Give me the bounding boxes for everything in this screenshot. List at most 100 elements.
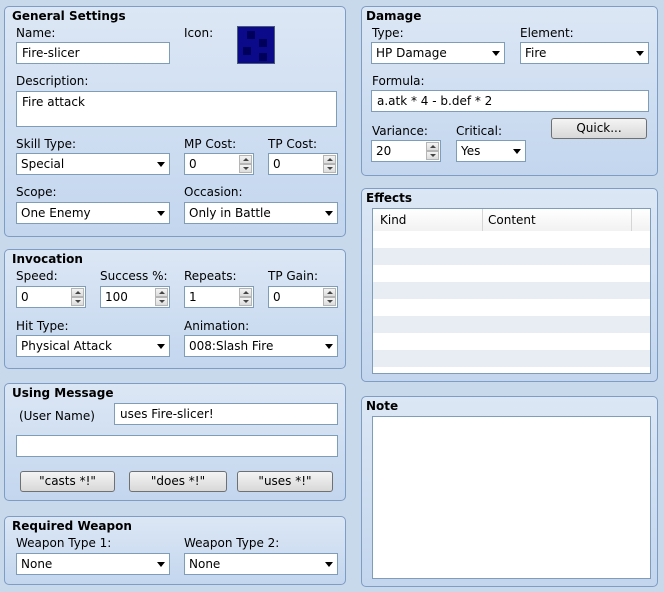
tp-cost-stepper[interactable]: 0 xyxy=(268,153,338,175)
required-weapon-panel: Required Weapon Weapon Type 1: None Weap… xyxy=(4,516,346,585)
column-content[interactable]: Content xyxy=(488,213,536,227)
tp-gain-value: 0 xyxy=(273,290,281,304)
scope-label: Scope: xyxy=(16,185,57,199)
success-value: 100 xyxy=(105,290,128,304)
spin-down-icon[interactable] xyxy=(426,151,439,160)
tp-cost-label: TP Cost: xyxy=(268,137,318,151)
chevron-down-icon xyxy=(157,162,165,167)
repeats-value: 1 xyxy=(189,290,197,304)
list-item[interactable] xyxy=(373,282,650,299)
spin-up-icon[interactable] xyxy=(239,155,252,164)
critical-label: Critical: xyxy=(456,124,503,138)
damage-type-label: Type: xyxy=(372,26,404,40)
spin-up-icon[interactable] xyxy=(239,288,252,297)
column-kind[interactable]: Kind xyxy=(380,213,406,227)
speed-value: 0 xyxy=(21,290,29,304)
spin-down-icon[interactable] xyxy=(239,164,252,173)
description-label: Description: xyxy=(16,74,89,88)
uses-button[interactable]: "uses *!" xyxy=(237,471,333,492)
spin-up-icon[interactable] xyxy=(71,288,84,297)
repeats-stepper[interactable]: 1 xyxy=(184,286,254,308)
chevron-down-icon xyxy=(157,562,165,567)
weapon-type1-value: None xyxy=(21,557,53,571)
list-item[interactable] xyxy=(373,350,650,367)
variance-label: Variance: xyxy=(372,124,428,138)
invocation-panel: Invocation Speed: 0 Success %: 100 Repea… xyxy=(4,249,346,369)
animation-label: Animation: xyxy=(184,319,250,333)
general-settings-title: General Settings xyxy=(12,9,126,23)
spin-up-icon[interactable] xyxy=(426,142,439,151)
list-item[interactable] xyxy=(373,299,650,316)
occasion-value: Only in Battle xyxy=(189,206,271,220)
hit-type-select[interactable]: Physical Attack xyxy=(16,335,170,357)
animation-value: 008:Slash Fire xyxy=(189,339,274,353)
does-button[interactable]: "does *!" xyxy=(129,471,227,492)
success-stepper[interactable]: 100 xyxy=(100,286,170,308)
weapon-type2-select[interactable]: None xyxy=(184,553,338,575)
repeats-label: Repeats: xyxy=(184,269,237,283)
occasion-select[interactable]: Only in Battle xyxy=(184,202,338,224)
formula-field[interactable]: a.atk * 4 - b.def * 2 xyxy=(371,90,649,112)
hit-type-label: Hit Type: xyxy=(16,319,69,333)
tp-cost-value: 0 xyxy=(273,157,281,171)
name-field[interactable]: Fire-slicer xyxy=(16,42,170,64)
skill-type-select[interactable]: Special xyxy=(16,153,170,175)
message-line2-field[interactable] xyxy=(16,435,338,457)
formula-label: Formula: xyxy=(372,74,425,88)
critical-select[interactable]: Yes xyxy=(456,140,526,162)
animation-select[interactable]: 008:Slash Fire xyxy=(184,335,338,357)
spin-up-icon[interactable] xyxy=(323,155,336,164)
mp-cost-value: 0 xyxy=(189,157,197,171)
using-message-title: Using Message xyxy=(12,386,114,400)
list-item[interactable] xyxy=(373,333,650,350)
damage-type-select[interactable]: HP Damage xyxy=(371,42,505,64)
weapon-type1-select[interactable]: None xyxy=(16,553,170,575)
list-item[interactable] xyxy=(373,265,650,282)
damage-title: Damage xyxy=(366,9,422,23)
effects-list-header: Kind Content xyxy=(373,209,650,232)
variance-stepper[interactable]: 20 xyxy=(371,140,441,162)
chevron-down-icon xyxy=(325,344,333,349)
description-field[interactable]: Fire attack xyxy=(16,91,337,127)
name-label: Name: xyxy=(16,26,56,40)
weapon-type1-label: Weapon Type 1: xyxy=(16,536,112,550)
chevron-down-icon xyxy=(636,51,644,56)
note-field[interactable] xyxy=(372,416,651,579)
mp-cost-stepper[interactable]: 0 xyxy=(184,153,254,175)
chevron-down-icon xyxy=(325,562,333,567)
critical-value: Yes xyxy=(461,144,481,158)
element-select[interactable]: Fire xyxy=(520,42,649,64)
tp-gain-label: TP Gain: xyxy=(268,269,319,283)
spin-down-icon[interactable] xyxy=(155,297,168,306)
quick-button[interactable]: Quick... xyxy=(551,118,647,139)
success-label: Success %: xyxy=(100,269,168,283)
skill-icon[interactable] xyxy=(237,26,275,64)
hit-type-value: Physical Attack xyxy=(21,339,112,353)
using-message-panel: Using Message (User Name) uses Fire-slic… xyxy=(4,383,346,501)
variance-value: 20 xyxy=(376,144,392,158)
spin-up-icon[interactable] xyxy=(323,288,336,297)
message-line1-field[interactable]: uses Fire-slicer! xyxy=(114,403,338,425)
element-label: Element: xyxy=(520,26,574,40)
scope-select[interactable]: One Enemy xyxy=(16,202,170,224)
element-value: Fire xyxy=(525,46,547,60)
list-item[interactable] xyxy=(373,316,650,333)
effects-list[interactable]: Kind Content xyxy=(372,208,651,374)
tp-gain-stepper[interactable]: 0 xyxy=(268,286,338,308)
scope-value: One Enemy xyxy=(21,206,91,220)
weapon-type2-label: Weapon Type 2: xyxy=(184,536,280,550)
effects-panel: Effects Kind Content xyxy=(361,188,658,382)
spin-down-icon[interactable] xyxy=(239,297,252,306)
chevron-down-icon xyxy=(157,344,165,349)
general-settings-panel: General Settings Name: Fire-slicer Icon:… xyxy=(4,6,346,237)
list-item[interactable] xyxy=(373,231,650,248)
spin-down-icon[interactable] xyxy=(323,164,336,173)
speed-stepper[interactable]: 0 xyxy=(16,286,86,308)
list-item[interactable] xyxy=(373,248,650,265)
spin-up-icon[interactable] xyxy=(155,288,168,297)
spin-down-icon[interactable] xyxy=(71,297,84,306)
weapon-type2-value: None xyxy=(189,557,221,571)
note-title: Note xyxy=(366,399,399,413)
spin-down-icon[interactable] xyxy=(323,297,336,306)
casts-button[interactable]: "casts *!" xyxy=(20,471,115,492)
